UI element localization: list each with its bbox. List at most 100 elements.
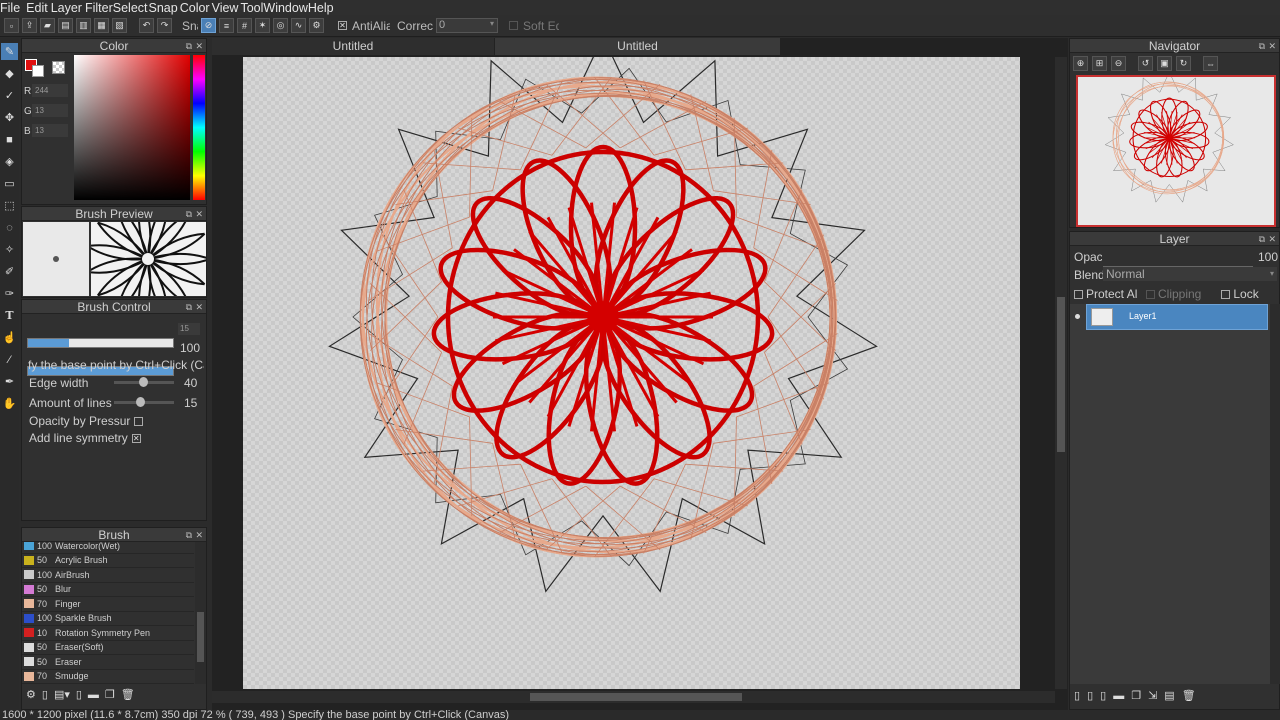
undo-icon[interactable]: ↶ (139, 18, 154, 33)
brush-delete-icon[interactable]: 🗑 (121, 688, 135, 701)
brush-size-slider[interactable] (27, 338, 174, 348)
brush-folder-icon[interactable]: ▬ (88, 689, 99, 701)
close-icon[interactable]: ✕ (195, 207, 203, 221)
r-field[interactable]: 244 (32, 84, 68, 97)
lock-checkbox[interactable] (1221, 289, 1231, 299)
correction-select[interactable]: 0 ▾ (436, 18, 498, 33)
undock-icon[interactable]: ⧉ (186, 528, 192, 542)
brush-list-item[interactable]: 100 Watercolor(Wet) (22, 542, 194, 554)
undock-icon[interactable]: ⧉ (186, 39, 192, 53)
undock-icon[interactable]: ⧉ (186, 207, 192, 221)
layer-row-layer1[interactable]: Layer1 (1086, 304, 1268, 330)
rect-fill-tool-icon[interactable]: ■ (1, 131, 18, 148)
copy-layer-icon[interactable]: ❐ (1131, 689, 1141, 702)
drawing-canvas[interactable] (243, 35, 1020, 689)
brush-list-item[interactable]: 10 Rotation Symmetry Pen (22, 626, 194, 641)
close-icon[interactable]: ✕ (195, 39, 203, 53)
zoom-fit-icon[interactable]: ⊞ (1092, 56, 1107, 71)
menu-snap[interactable]: Snap (149, 1, 178, 15)
close-icon[interactable]: ✕ (195, 528, 203, 542)
menu-edit[interactable]: Edit (26, 1, 48, 15)
close-icon[interactable]: ✕ (1268, 232, 1276, 246)
lasso-tool-icon[interactable]: ◌ (1, 219, 18, 236)
move-tool-icon[interactable]: ✥ (1, 109, 18, 126)
snap-parallel-icon[interactable]: ≡ (219, 18, 234, 33)
tab-untitled-1[interactable]: Untitled (212, 38, 494, 55)
menu-window[interactable]: Window (263, 1, 307, 15)
menu-tool[interactable]: Tool (240, 1, 263, 15)
flip-horizontal-icon[interactable]: ⇔ (1203, 56, 1218, 71)
layout-icon[interactable]: ▧ (112, 18, 127, 33)
select-pen-tool-icon[interactable]: ✐ (1, 263, 18, 280)
layer-options-icon[interactable]: ▤ (1164, 689, 1174, 702)
snap-off-icon[interactable]: ⊘ (201, 18, 216, 33)
new-layer-icon[interactable]: ▯ (1074, 689, 1080, 702)
brush-list-item[interactable]: 100 Sparkle Brush (22, 612, 194, 626)
brush-list-item[interactable]: 50 Eraser(Soft) (22, 641, 194, 655)
open-file-icon[interactable]: ⇪ (22, 18, 37, 33)
eraser-tool-icon[interactable]: ◆ (1, 65, 18, 82)
pen-tool-icon[interactable]: ✎ (1, 43, 18, 60)
new-folder-icon[interactable]: ▬ (1113, 690, 1124, 702)
brush-list-item[interactable]: 100 AirBrush (22, 568, 194, 583)
new-brush-icon[interactable]: ▯ (42, 688, 48, 701)
bg-color-swatch[interactable] (32, 65, 44, 77)
divide-tool-icon[interactable]: ⁄ (1, 351, 18, 368)
save-icon[interactable]: ▤ (58, 18, 73, 33)
saturation-value-square[interactable] (74, 55, 190, 200)
panel-icon[interactable]: ▦ (94, 18, 109, 33)
new-canvas-icon[interactable]: ▫ (4, 18, 19, 33)
b-field[interactable]: 13 (32, 124, 68, 137)
brush-dropdown-icon[interactable]: ▤▾ (54, 688, 70, 701)
delete-layer-icon[interactable]: 🗑 (1182, 689, 1196, 702)
brush-page-icon[interactable]: ▯ (76, 688, 82, 701)
opacity-by-pressure-checkbox[interactable] (134, 416, 144, 426)
snap-settings-icon[interactable]: ⚙ (309, 18, 324, 33)
menu-filter[interactable]: Filter (85, 1, 113, 15)
brush-copy-icon[interactable]: ❐ (105, 688, 115, 701)
g-field[interactable]: 13 (32, 104, 68, 117)
canvas-vscroll-thumb[interactable] (1057, 297, 1065, 452)
canvas-hscroll-thumb[interactable] (530, 693, 742, 701)
undock-icon[interactable]: ⧉ (1259, 232, 1265, 246)
canvas-horizontal-scrollbar[interactable] (212, 691, 1055, 703)
select-eraser-tool-icon[interactable]: ✑ (1, 285, 18, 302)
hand-tool-icon[interactable]: ✋ (1, 395, 18, 412)
hue-slider[interactable] (193, 55, 205, 200)
document-icon[interactable]: ▥ (76, 18, 91, 33)
brush-list-scrollbar[interactable] (195, 542, 206, 684)
protect-alpha-checkbox[interactable] (1074, 289, 1083, 299)
snap-radial-icon[interactable]: ✶ (255, 18, 270, 33)
zoom-out-icon[interactable]: ⊖ (1111, 56, 1126, 71)
rotate-left-icon[interactable]: ↺ (1138, 56, 1153, 71)
select-rect-tool-icon[interactable]: ⬚ (1, 197, 18, 214)
menu-layer[interactable]: Layer (51, 1, 82, 15)
clipping-checkbox[interactable] (1146, 289, 1155, 299)
zoom-in-icon[interactable]: ⊕ (1073, 56, 1088, 71)
redo-icon[interactable]: ↷ (157, 18, 172, 33)
rotate-right-icon[interactable]: ↻ (1176, 56, 1191, 71)
add-line-symmetry-checkbox[interactable]: ✕ (131, 433, 141, 443)
snap-grid-icon[interactable]: # (237, 18, 252, 33)
new-vector-layer-icon[interactable]: ▯ (1100, 689, 1106, 702)
soft-edge-checkbox[interactable] (509, 21, 518, 30)
antialias-checkbox[interactable]: ✕ (338, 21, 347, 30)
snap-curve-icon[interactable]: ∿ (291, 18, 306, 33)
comment-icon[interactable]: ▰ (40, 18, 55, 33)
menu-color[interactable]: Color (180, 1, 210, 15)
rotate-reset-icon[interactable]: ▣ (1157, 56, 1172, 71)
merge-layer-icon[interactable]: ⇲ (1148, 689, 1157, 702)
text-tool-icon[interactable]: T (1, 307, 18, 324)
brush-list-item[interactable]: 70 Smudge (22, 670, 194, 684)
brush-size-value[interactable]: 15 (178, 323, 200, 335)
brush-list-scroll-thumb[interactable] (197, 612, 204, 662)
operation-tool-icon[interactable]: ☝ (1, 329, 18, 346)
close-icon[interactable]: ✕ (195, 300, 203, 314)
menu-file[interactable]: File (0, 1, 20, 15)
eye-icon[interactable] (1075, 314, 1080, 319)
brush-list-item[interactable]: 50 Eraser (22, 655, 194, 670)
close-icon[interactable]: ✕ (1268, 39, 1276, 53)
amount-of-lines-handle[interactable] (136, 397, 145, 407)
brush-settings-icon[interactable]: ⚙ (26, 688, 36, 701)
tab-untitled-2[interactable]: Untitled (495, 38, 780, 55)
